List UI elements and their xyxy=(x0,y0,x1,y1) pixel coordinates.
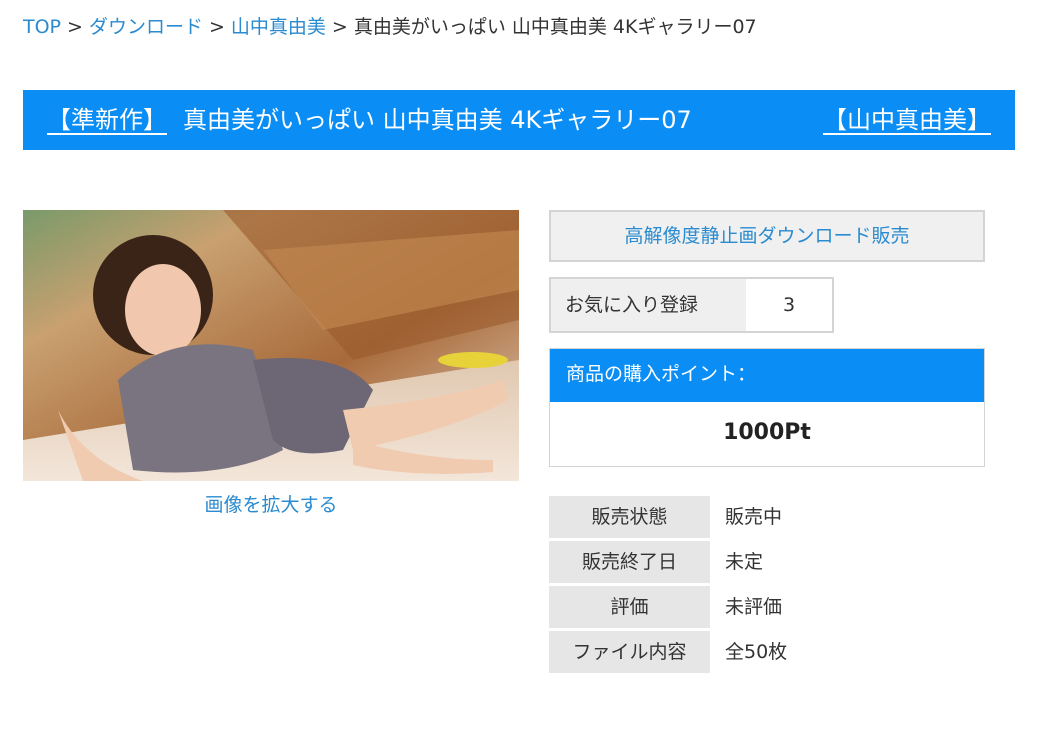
info-row-sales-status: 販売状態 販売中 xyxy=(549,496,787,541)
info-value: 販売中 xyxy=(725,506,783,528)
info-row-rating: 評価 未評価 xyxy=(549,586,787,631)
breadcrumb-download-link[interactable]: ダウンロード xyxy=(89,16,203,38)
actress-link[interactable]: 【山中真由美】 xyxy=(823,90,991,150)
breadcrumb-separator: > xyxy=(67,16,83,38)
page-title: 真由美がいっぱい 山中真由美 4Kギャラリー07 xyxy=(183,106,692,134)
info-key: 販売終了日 xyxy=(549,541,710,583)
breadcrumb-top-link[interactable]: TOP xyxy=(23,16,61,38)
breadcrumb-separator: > xyxy=(208,16,225,38)
hires-download-button[interactable]: 高解像度静止画ダウンロード販売 xyxy=(549,210,985,262)
product-title-bar: 【準新作】 真由美がいっぱい 山中真由美 4Kギャラリー07 【山中真由美】 xyxy=(23,90,1015,150)
breadcrumb-actress-link[interactable]: 山中真由美 xyxy=(231,16,326,38)
info-key: ファイル内容 xyxy=(549,631,710,673)
status-tag-link[interactable]: 【準新作】 xyxy=(47,90,167,150)
favorite-count: 3 xyxy=(782,294,796,316)
purchase-points-box: 商品の購入ポイント： 1000Pt xyxy=(549,348,985,467)
product-image[interactable] xyxy=(23,210,519,481)
favorite-box[interactable]: お気に入り登録 3 xyxy=(549,277,834,333)
info-row-file-contents: ファイル内容 全50枚 xyxy=(549,631,787,676)
zoom-image-link[interactable]: 画像を拡大する xyxy=(23,490,519,517)
points-header: 商品の購入ポイント： xyxy=(550,349,984,402)
info-value: 未評価 xyxy=(725,596,783,618)
points-value: 1000Pt xyxy=(723,420,811,445)
breadcrumb-current: 真由美がいっぱい 山中真由美 4Kギャラリー07 xyxy=(353,16,757,38)
info-key: 販売状態 xyxy=(549,496,710,538)
product-info-table: 販売状態 販売中 販売終了日 未定 評価 未評価 ファイル内容 全50枚 xyxy=(549,496,787,676)
info-value: 全50枚 xyxy=(725,641,788,663)
favorite-label[interactable]: お気に入り登録 xyxy=(551,279,746,331)
info-key: 評価 xyxy=(549,586,710,628)
breadcrumb-separator: > xyxy=(331,16,348,38)
info-value: 未定 xyxy=(725,551,764,573)
breadcrumb: TOP > ダウンロード > 山中真由美 > 真由美がいっぱい 山中真由美 4Kギャラリー0… xyxy=(23,14,757,40)
info-row-end-date: 販売終了日 未定 xyxy=(549,541,787,586)
